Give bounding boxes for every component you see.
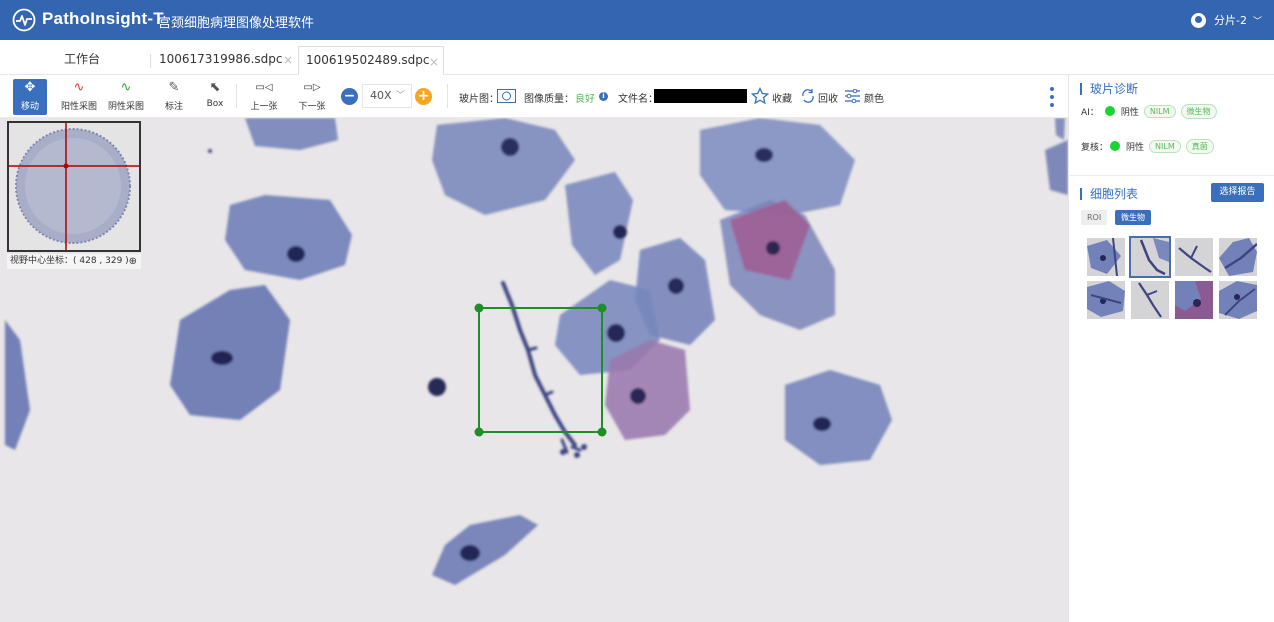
zoom-value: 40X bbox=[370, 89, 392, 102]
app-name: PathoInsight-T bbox=[42, 9, 164, 28]
select-report-button[interactable]: 选择报告 bbox=[1211, 183, 1264, 202]
cell-thumbnail[interactable] bbox=[1131, 281, 1169, 319]
tab-workbench[interactable]: 工作台 bbox=[64, 48, 100, 75]
prev-slide-icon: ▭◁ bbox=[255, 82, 273, 93]
positive-wave-icon: ∿ bbox=[73, 80, 85, 95]
negative-wave-icon: ∿ bbox=[120, 80, 132, 95]
color-label[interactable]: 颜色 bbox=[864, 90, 884, 105]
app-header: PathoInsight-T 宫颈细胞病理图像处理软件 分片-2 ﹀ bbox=[0, 0, 1274, 40]
ai-tag-micro: 微生物 bbox=[1180, 103, 1217, 119]
tab-label: 工作台 bbox=[64, 52, 101, 66]
cell-thumbnail[interactable] bbox=[1219, 238, 1257, 276]
ai-result: 阴性 bbox=[1120, 107, 1139, 118]
chevron-down-icon: ﹀ bbox=[1252, 16, 1262, 27]
zoom-icon[interactable]: ⊕ bbox=[129, 254, 137, 269]
negative-capture-button[interactable]: ∿ 阴性采图 bbox=[107, 79, 145, 115]
status-dot-icon bbox=[1110, 141, 1121, 151]
zoom-select[interactable]: 40X ﹀ bbox=[362, 84, 412, 108]
tab-slide-2[interactable]: 100619502489.sdpc × bbox=[298, 46, 444, 75]
cell-thumbnail[interactable] bbox=[1219, 281, 1257, 319]
zoom-in-button[interactable]: + bbox=[415, 88, 432, 105]
logo-icon bbox=[12, 8, 36, 32]
filter-roi[interactable]: ROI bbox=[1081, 210, 1108, 225]
review-tag-fungus: 真菌 bbox=[1185, 138, 1214, 154]
favorite-label[interactable]: 收藏 bbox=[772, 90, 792, 105]
annotate-button[interactable]: ✎ 标注 bbox=[160, 79, 188, 115]
minimap[interactable] bbox=[7, 121, 141, 252]
cell-thumbnail[interactable] bbox=[1087, 281, 1125, 319]
positive-label: 阳性采图 bbox=[60, 102, 97, 112]
zoom-out-button[interactable]: − bbox=[341, 88, 358, 105]
tab-bar: 工作台 100617319986.sdpc × 100619502489.sdp… bbox=[0, 40, 1274, 75]
quality-value: 良好 bbox=[575, 94, 595, 105]
next-label: 下一张 bbox=[298, 102, 326, 112]
prev-label: 上一张 bbox=[250, 102, 278, 112]
panel-divider bbox=[1069, 175, 1274, 176]
diagnosis-title: 玻片诊断 bbox=[1080, 83, 1138, 95]
review-result: 阴性 bbox=[1126, 142, 1145, 153]
star-icon[interactable] bbox=[751, 87, 769, 105]
minimap-coordinates: 视野中心坐标：( 428 , 329 ) ⊕ bbox=[7, 254, 141, 269]
cell-thumbnail[interactable] bbox=[1175, 281, 1213, 319]
positive-capture-button[interactable]: ∿ 阳性采图 bbox=[60, 79, 98, 115]
ai-tag-nilm: NILM bbox=[1143, 104, 1176, 118]
slide-viewer[interactable] bbox=[0, 118, 1068, 622]
status-dot-icon bbox=[1104, 106, 1115, 116]
cursor-icon: ⬉ bbox=[209, 80, 221, 95]
filter-microbe[interactable]: 微生物 bbox=[1115, 210, 1151, 225]
prev-slide-button[interactable]: ▭◁ 上一张 bbox=[249, 79, 279, 115]
cell-thumbnail-selected[interactable] bbox=[1129, 236, 1171, 278]
review-tag-nilm: NILM bbox=[1149, 139, 1181, 153]
filename-redacted bbox=[654, 89, 747, 103]
user-avatar-icon bbox=[1191, 12, 1207, 28]
move-icon: ✥ bbox=[24, 80, 36, 95]
tab-divider bbox=[150, 54, 151, 68]
more-options-icon[interactable] bbox=[1050, 87, 1054, 111]
chevron-down-icon: ﹀ bbox=[395, 91, 405, 101]
recycle-icon[interactable] bbox=[800, 88, 816, 104]
minimap-image bbox=[9, 123, 139, 250]
move-button[interactable]: ✥ 移动 bbox=[13, 79, 47, 115]
app-subtitle: 宫颈细胞病理图像处理软件 bbox=[158, 16, 315, 31]
user-menu[interactable]: 分片-2 ﹀ bbox=[1191, 11, 1262, 29]
move-label: 移动 bbox=[20, 102, 39, 112]
review-label: 复核： bbox=[1081, 142, 1109, 153]
ai-label: AI： bbox=[1081, 107, 1099, 118]
toolbar-divider bbox=[447, 84, 448, 108]
slide-map-icon[interactable] bbox=[497, 89, 516, 103]
cell-thumbnail[interactable] bbox=[1175, 238, 1213, 276]
tab-label: 100619502489.sdpc bbox=[306, 53, 430, 67]
negative-label: 阴性采图 bbox=[107, 102, 144, 112]
toolbar-divider bbox=[236, 84, 237, 108]
info-icon[interactable]: i bbox=[599, 92, 608, 101]
ai-diagnosis-row: AI： 阴性 NILM 微生物 bbox=[1081, 103, 1217, 119]
tab-slide-1[interactable]: 100617319986.sdpc × bbox=[159, 48, 294, 75]
color-settings-icon[interactable] bbox=[845, 89, 860, 103]
recycle-label[interactable]: 回收 bbox=[818, 90, 838, 105]
coord-text: 视野中心坐标：( 428 , 329 ) bbox=[10, 256, 129, 266]
close-icon[interactable]: × bbox=[429, 49, 439, 75]
user-name: 分片-2 bbox=[1214, 14, 1247, 27]
toolbar: ✥ 移动 ∿ 阳性采图 ∿ 阴性采图 ✎ 标注 ⬉ Box ▭◁ 上一张 ▭▷ … bbox=[0, 75, 1068, 118]
tab-label: 100617319986.sdpc bbox=[159, 52, 283, 66]
cell-list-title: 细胞列表 bbox=[1080, 188, 1138, 200]
slide-image bbox=[0, 118, 1068, 622]
annotate-label: 标注 bbox=[164, 102, 183, 112]
box-label: Box bbox=[206, 99, 224, 109]
right-panel: 玻片诊断 AI： 阴性 NILM 微生物 复核： 阴性 NILM 真菌 细胞列表… bbox=[1068, 75, 1274, 622]
next-slide-icon: ▭▷ bbox=[303, 82, 321, 93]
edit-icon: ✎ bbox=[168, 80, 180, 95]
cell-thumbnail[interactable] bbox=[1087, 238, 1125, 276]
review-diagnosis-row: 复核： 阴性 NILM 真菌 bbox=[1081, 138, 1214, 154]
close-icon[interactable]: × bbox=[283, 49, 293, 71]
box-button[interactable]: ⬉ Box bbox=[202, 79, 228, 115]
slide-map-label: 玻片图： bbox=[459, 94, 499, 105]
quality-label: 图像质量： bbox=[524, 94, 574, 105]
next-slide-button[interactable]: ▭▷ 下一张 bbox=[297, 79, 327, 115]
filename-label: 文件名： bbox=[618, 94, 658, 105]
